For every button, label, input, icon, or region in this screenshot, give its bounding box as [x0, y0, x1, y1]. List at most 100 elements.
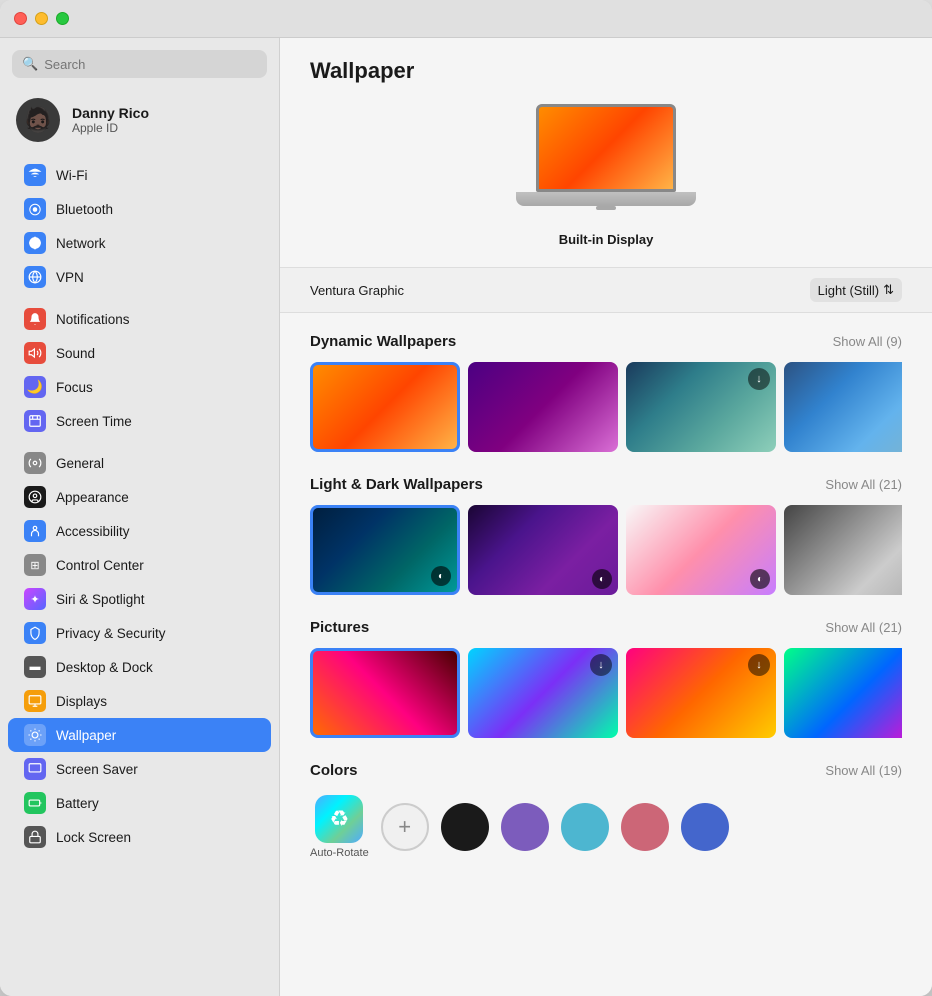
- sidebar-item-lockscreen[interactable]: Lock Screen: [8, 820, 271, 854]
- download-badge-pic-3: ↓: [748, 654, 770, 676]
- sidebar-item-vpn[interactable]: VPN: [8, 260, 271, 294]
- color-swatch-teal[interactable]: [561, 803, 609, 851]
- screentime-icon: [24, 410, 46, 432]
- sidebar-item-network[interactable]: Network: [8, 226, 271, 260]
- sidebar-item-appearance[interactable]: Appearance: [8, 480, 271, 514]
- sidebar-label-bluetooth: Bluetooth: [56, 202, 113, 217]
- main-scroll-area[interactable]: Dynamic Wallpapers Show All (9) ↓ ↓ ↓: [280, 313, 932, 996]
- system-settings-window: 🔍 🧔🏿 Danny Rico Apple ID: [0, 0, 932, 996]
- wallpaper-thumb-dynamic-1[interactable]: [310, 362, 460, 452]
- sidebar-item-screentime[interactable]: Screen Time: [8, 404, 271, 438]
- auto-rotate-button[interactable]: ♻ Auto-Rotate: [310, 795, 369, 859]
- sidebar-item-siri[interactable]: ✦ Siri & Spotlight: [8, 582, 271, 616]
- color-swatches: ♻ Auto-Rotate +: [310, 795, 902, 859]
- sidebar-label-desktopdock: Desktop & Dock: [56, 660, 153, 675]
- color-swatch-purple[interactable]: [501, 803, 549, 851]
- sidebar-label-screensaver: Screen Saver: [56, 762, 138, 777]
- dynamic-section-title: Dynamic Wallpapers: [310, 333, 456, 350]
- pictures-section-header: Pictures Show All (21): [310, 619, 902, 636]
- auto-rotate-icon: ♻: [315, 795, 363, 843]
- search-icon: 🔍: [22, 56, 38, 72]
- lightdark-section-header: Light & Dark Wallpapers Show All (21): [310, 476, 902, 493]
- laptop-preview: [516, 104, 696, 224]
- sidebar-label-focus: Focus: [56, 380, 93, 395]
- auto-rotate-label: Auto-Rotate: [310, 847, 369, 859]
- wallpaper-thumb-ld-4[interactable]: ◐: [784, 505, 902, 595]
- dynamic-show-all[interactable]: Show All (9): [833, 334, 902, 349]
- sidebar-item-desktopdock[interactable]: ▬ Desktop & Dock: [8, 650, 271, 684]
- style-select-label: Light (Still): [818, 283, 879, 298]
- sidebar-label-wifi: Wi-Fi: [56, 168, 87, 183]
- bluetooth-icon: ⦿: [24, 198, 46, 220]
- general-icon: [24, 452, 46, 474]
- accessibility-icon: [24, 520, 46, 542]
- siri-icon: ✦: [24, 588, 46, 610]
- mode-badge-1: ◐: [431, 566, 451, 586]
- wallpaper-thumb-ld-2[interactable]: ◐: [468, 505, 618, 595]
- pictures-show-all[interactable]: Show All (21): [825, 620, 902, 635]
- sidebar-item-notifications[interactable]: Notifications: [8, 302, 271, 336]
- displays-icon: [24, 690, 46, 712]
- user-profile[interactable]: 🧔🏿 Danny Rico Apple ID: [0, 90, 279, 154]
- mode-badge-3: ◐: [750, 569, 770, 589]
- notifications-icon: [24, 308, 46, 330]
- sidebar-label-sound: Sound: [56, 346, 95, 361]
- minimize-button[interactable]: [35, 12, 48, 25]
- wallpaper-thumb-pic-3[interactable]: ↓: [626, 648, 776, 738]
- color-swatch-black[interactable]: [441, 803, 489, 851]
- title-bar: [0, 0, 932, 38]
- close-button[interactable]: [14, 12, 27, 25]
- wallpaper-selector-bar: Ventura Graphic Light (Still) ⇅: [280, 268, 932, 313]
- sidebar-item-wifi[interactable]: Wi-Fi: [8, 158, 271, 192]
- maximize-button[interactable]: [56, 12, 69, 25]
- privacy-icon: [24, 622, 46, 644]
- sidebar-item-battery[interactable]: Battery: [8, 786, 271, 820]
- wallpaper-thumb-pic-2[interactable]: ↓: [468, 648, 618, 738]
- sidebar-item-general[interactable]: General: [8, 446, 271, 480]
- sound-icon: [24, 342, 46, 364]
- wallpaper-thumb-dynamic-2[interactable]: [468, 362, 618, 452]
- pictures-wallpaper-grid: ↓ ↓ ↓: [310, 648, 902, 738]
- lockscreen-icon: [24, 826, 46, 848]
- sidebar-system-section: Notifications Sound 🌙 Focus: [0, 302, 279, 438]
- sidebar-label-vpn: VPN: [56, 270, 84, 285]
- sidebar-item-sound[interactable]: Sound: [8, 336, 271, 370]
- sidebar-label-general: General: [56, 456, 104, 471]
- color-swatch-blue[interactable]: [681, 803, 729, 851]
- sidebar-item-privacy[interactable]: Privacy & Security: [8, 616, 271, 650]
- display-label: Built-in Display: [559, 232, 654, 247]
- download-badge-1: ↓: [748, 368, 770, 390]
- main-content: Wallpaper Built-in Display Ventura Graph…: [280, 38, 932, 996]
- sidebar-item-controlcenter[interactable]: ⊞ Control Center: [8, 548, 271, 582]
- wallpaper-thumb-dynamic-4[interactable]: ↓: [784, 362, 902, 452]
- sidebar-label-accessibility: Accessibility: [56, 524, 130, 539]
- colors-section-header: Colors Show All (19): [310, 762, 902, 779]
- laptop-screen: [536, 104, 676, 192]
- color-swatch-rose[interactable]: [621, 803, 669, 851]
- wallpaper-thumb-dynamic-3[interactable]: ↓: [626, 362, 776, 452]
- lightdark-show-all[interactable]: Show All (21): [825, 477, 902, 492]
- wallpaper-thumb-ld-1[interactable]: ◐: [310, 505, 460, 595]
- colors-show-all[interactable]: Show All (19): [825, 763, 902, 778]
- sidebar-item-displays[interactable]: Displays: [8, 684, 271, 718]
- vpn-icon: [24, 266, 46, 288]
- sidebar-item-screensaver[interactable]: Screen Saver: [8, 752, 271, 786]
- laptop-notch: [596, 206, 616, 210]
- add-color-button[interactable]: +: [381, 803, 429, 851]
- style-select[interactable]: Light (Still) ⇅: [810, 278, 902, 302]
- wallpaper-thumb-pic-1[interactable]: [310, 648, 460, 738]
- sidebar-item-accessibility[interactable]: Accessibility: [8, 514, 271, 548]
- appearance-icon: [24, 486, 46, 508]
- search-bar[interactable]: 🔍: [12, 50, 267, 78]
- sidebar-network-section: Wi-Fi ⦿ Bluetooth Network: [0, 158, 279, 294]
- avatar: 🧔🏿: [16, 98, 60, 142]
- sidebar-item-wallpaper[interactable]: Wallpaper: [8, 718, 271, 752]
- wallpaper-thumb-ld-3[interactable]: ◐: [626, 505, 776, 595]
- sidebar-item-focus[interactable]: 🌙 Focus: [8, 370, 271, 404]
- sidebar-item-bluetooth[interactable]: ⦿ Bluetooth: [8, 192, 271, 226]
- wallpaper-thumb-pic-4[interactable]: ↓: [784, 648, 902, 738]
- battery-icon: [24, 792, 46, 814]
- focus-icon: 🌙: [24, 376, 46, 398]
- search-input[interactable]: [44, 57, 257, 72]
- sidebar-label-controlcenter: Control Center: [56, 558, 144, 573]
